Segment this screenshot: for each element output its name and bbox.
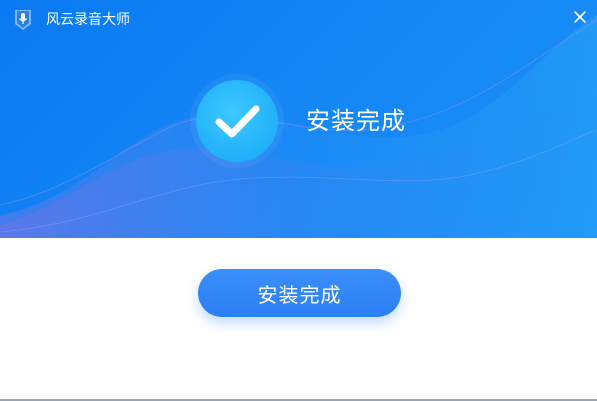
installer-window: 风云录音大师 安装完成 安装完成 — [0, 0, 597, 401]
success-badge — [196, 80, 278, 162]
header-banner: 风云录音大师 安装完成 — [0, 0, 597, 238]
microphone-icon — [15, 10, 31, 30]
finish-button[interactable]: 安装完成 — [198, 269, 401, 317]
window-title: 风云录音大师 — [46, 12, 130, 28]
checkmark-icon — [215, 105, 260, 138]
title-bar[interactable]: 风云录音大师 — [0, 0, 597, 38]
install-complete-heading: 安装完成 — [306, 107, 406, 135]
close-button[interactable] — [569, 6, 591, 28]
close-icon — [574, 11, 586, 23]
